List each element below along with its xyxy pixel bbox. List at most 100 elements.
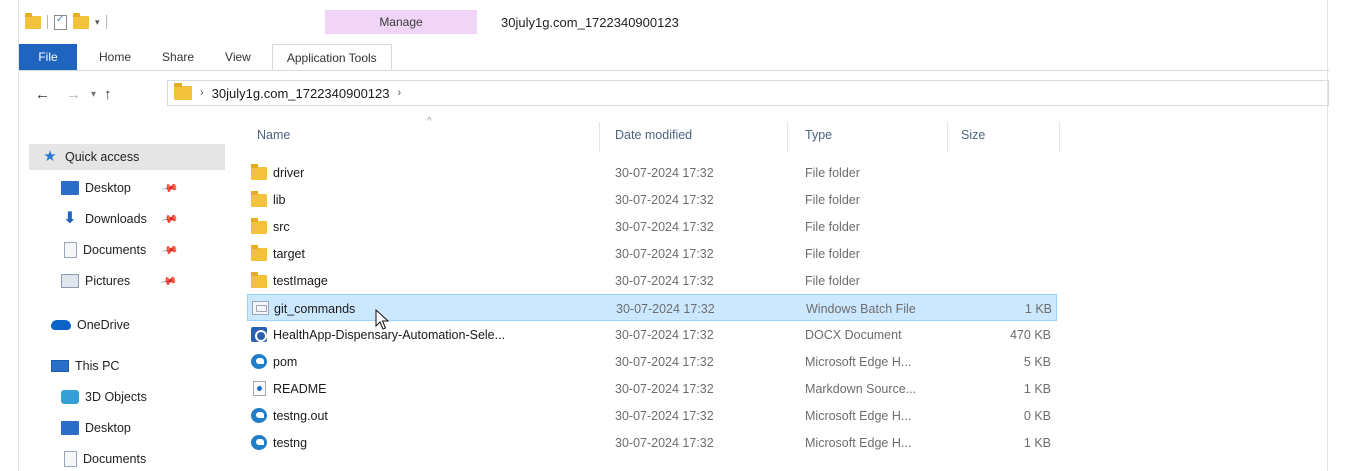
back-arrow-icon[interactable]: ← [35,86,50,103]
nav-onedrive[interactable]: OneDrive [51,312,130,338]
column-divider[interactable] [599,122,600,152]
file-date-modified: 30-07-2024 17:32 [615,408,714,423]
title-bar: ▾ Manage 30july1g.com_1722340900123 File… [19,0,1329,70]
file-row[interactable]: driver 30-07-2024 17:32 File folder [247,159,1057,186]
file-row[interactable]: pom 30-07-2024 17:32 Microsoft Edge H... 5 … [247,348,1057,375]
download-arrow-icon: ⬇ [63,210,77,227]
new-folder-icon[interactable] [73,12,89,29]
nav-label: Desktop [85,421,131,435]
3d-objects-icon [61,390,79,404]
file-type: Microsoft Edge H... [805,435,912,450]
tab-file[interactable]: File [19,44,77,70]
column-header-name[interactable]: Name [257,118,597,152]
docx-icon [251,327,267,342]
nav-label: This PC [75,359,120,373]
computer-icon [51,360,69,372]
customize-toolbar-chevron-icon[interactable]: ▾ [95,17,100,28]
nav-documents-pc[interactable]: Documents [61,446,146,471]
nav-downloads[interactable]: ⬇ Downloads 📌 [61,206,178,232]
nav-label: Documents [83,452,147,466]
column-header-type[interactable]: Type [805,118,955,152]
file-size: 1 KB [1023,381,1051,396]
divider [105,15,107,29]
folder-icon [251,218,267,234]
file-date-modified: 30-07-2024 17:32 [615,327,714,342]
up-arrow-icon[interactable]: ↑ [104,86,112,103]
file-row[interactable]: testng 30-07-2024 17:32 Microsoft Edge H..… [247,429,1057,456]
file-name: pom [273,354,298,369]
pictures-icon [61,274,79,288]
file-row[interactable]: src 30-07-2024 17:32 File folder [247,213,1057,240]
mouse-cursor-icon [375,309,389,330]
file-row[interactable]: README 30-07-2024 17:32 Markdown Source...… [247,375,1057,402]
chevron-right-icon[interactable]: › [200,87,204,99]
navigation-pane: ★ Quick access Desktop 📌 ⬇ Downloads 📌 D… [19,118,227,471]
file-name: HealthApp-Dispensary-Automation-Sele... [273,327,506,342]
markdown-icon [253,381,266,396]
address-bar[interactable]: › 30july1g.com_1722340900123 › [167,80,1329,106]
document-icon [64,451,77,467]
file-date-modified: 30-07-2024 17:32 [615,435,714,450]
nav-this-pc[interactable]: This PC [51,353,119,379]
file-row[interactable]: testng.out 30-07-2024 17:32 Microsoft Edge… [247,402,1057,429]
nav-label: Desktop [85,181,131,195]
document-icon [64,242,77,258]
file-row[interactable]: HealthApp-Dispensary-Automation-Sele... 3… [247,321,1057,348]
tab-share[interactable]: Share [144,44,207,70]
nav-3d-objects[interactable]: 3D Objects [61,384,147,410]
file-name: testng.out [273,408,328,423]
chevron-right-icon[interactable]: › [398,87,402,99]
folder-icon [251,164,267,180]
properties-icon[interactable] [54,14,67,30]
file-row[interactable]: lib 30-07-2024 17:32 File folder [247,186,1057,213]
file-size: 5 KB [1023,354,1051,369]
nav-desktop[interactable]: Desktop 📌 [61,175,179,201]
nav-quick-access[interactable]: ★ Quick access [29,144,225,170]
tab-home[interactable]: Home [77,44,144,70]
file-row[interactable]: target 30-07-2024 17:32 File folder [247,240,1057,267]
file-row[interactable]: git_commands 30-07-2024 17:32 Windows Batc… [247,294,1057,321]
column-header-date[interactable]: Date modified [615,118,785,152]
ribbon-tabs: File Home Share View Application Tools [19,44,392,70]
file-date-modified: 30-07-2024 17:32 [616,301,715,316]
ribbon-divider [19,70,1329,71]
file-name: src [273,219,290,234]
star-icon: ★ [43,148,57,165]
nav-pictures[interactable]: Pictures 📌 [61,268,178,294]
file-type: DOCX Document [805,327,902,342]
file-size: 1 KB [1023,435,1051,450]
file-size: 1 KB [1024,301,1052,316]
breadcrumb-segment[interactable]: 30july1g.com_1722340900123 [212,86,390,101]
edge-icon [251,435,267,450]
file-date-modified: 30-07-2024 17:32 [615,354,714,369]
recent-locations-chevron-icon[interactable]: ▾ [91,89,96,100]
column-divider[interactable] [947,122,948,152]
window-title: 30july1g.com_1722340900123 [501,15,679,30]
nav-label: 3D Objects [85,390,147,404]
tab-view[interactable]: View [207,44,264,70]
file-type: File folder [805,246,860,261]
folder-icon [25,12,41,29]
column-divider[interactable] [1059,122,1060,152]
column-divider[interactable] [787,122,788,152]
nav-documents[interactable]: Documents 📌 [61,237,178,263]
edge-icon [251,408,267,423]
pin-icon: 📌 [160,179,179,198]
nav-label: Documents [83,243,147,257]
edge-icon [251,354,267,369]
pin-icon: 📌 [160,210,179,229]
file-row[interactable]: testImage 30-07-2024 17:32 File folder [247,267,1057,294]
file-type: File folder [805,165,860,180]
file-size [959,186,1051,213]
nav-desktop-pc[interactable]: Desktop [61,415,131,441]
file-name: testImage [273,273,328,288]
column-header-size[interactable]: Size [961,118,1051,152]
file-name: README [273,381,327,396]
folder-icon [251,245,267,261]
pin-icon: 📌 [159,272,179,291]
file-size [959,267,1051,294]
file-type: Microsoft Edge H... [805,354,912,369]
cloud-icon [51,320,71,330]
tab-application-tools[interactable]: Application Tools [271,44,392,70]
forward-arrow-icon[interactable]: → [66,86,81,103]
